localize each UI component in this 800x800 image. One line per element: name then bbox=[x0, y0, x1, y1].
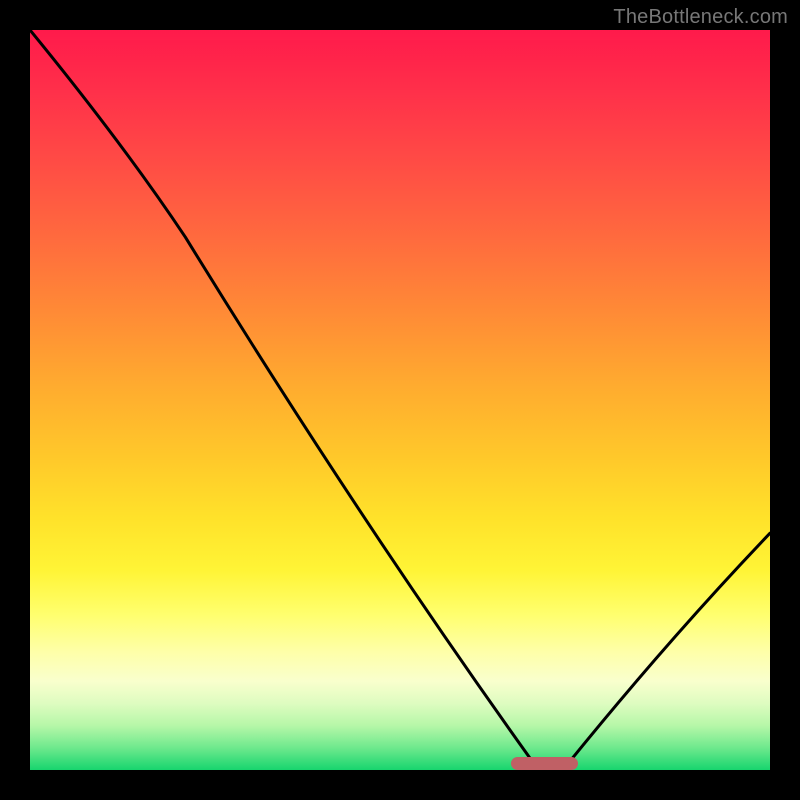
watermark-text: TheBottleneck.com bbox=[613, 6, 788, 29]
plot-area bbox=[30, 30, 770, 770]
bottleneck-curve bbox=[30, 30, 770, 770]
chart-root: TheBottleneck.com bbox=[0, 0, 800, 800]
optimum-marker bbox=[511, 757, 578, 770]
